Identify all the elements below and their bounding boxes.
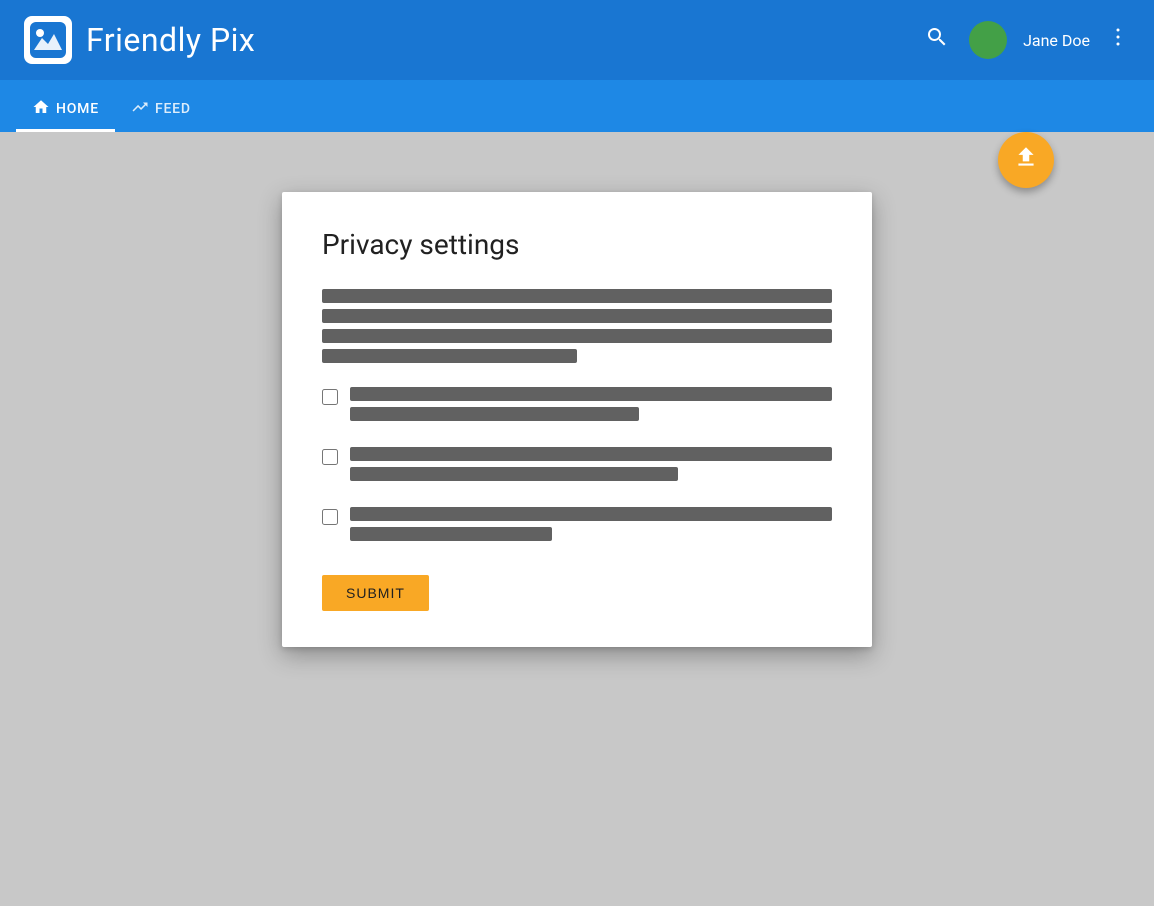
header-right: Jane Doe [921, 21, 1130, 59]
checkbox-2-text [350, 447, 832, 487]
desc-line-1 [322, 289, 832, 303]
main-content: Privacy settings [0, 132, 1154, 906]
checkbox-item-1 [322, 387, 832, 427]
upload-fab[interactable] [998, 132, 1054, 188]
feed-icon [131, 98, 149, 120]
header-left: Friendly Pix [24, 16, 255, 64]
tab-home[interactable]: HOME [16, 98, 115, 132]
checkbox-2[interactable] [322, 449, 338, 465]
dialog-title: Privacy settings [322, 228, 832, 261]
username-label: Jane Doe [1023, 31, 1090, 50]
tab-feed[interactable]: FEED [115, 98, 207, 132]
app-title: Friendly Pix [86, 21, 255, 59]
search-icon[interactable] [921, 25, 953, 55]
desc-line-2 [322, 309, 832, 323]
avatar [969, 21, 1007, 59]
cb1-line-2 [350, 407, 639, 421]
checkbox-3[interactable] [322, 509, 338, 525]
cb2-line-1 [350, 447, 832, 461]
more-options-icon[interactable] [1106, 25, 1130, 55]
description-text [322, 289, 832, 363]
cb1-line-1 [350, 387, 832, 401]
checkbox-item-3 [322, 507, 832, 547]
checkbox-1[interactable] [322, 389, 338, 405]
logo-icon [24, 16, 72, 64]
checkbox-1-text [350, 387, 832, 427]
cb3-line-1 [350, 507, 832, 521]
tab-feed-label: FEED [155, 101, 191, 117]
cb3-line-2 [350, 527, 552, 541]
privacy-settings-dialog: Privacy settings [282, 192, 872, 647]
checkbox-3-text [350, 507, 832, 547]
app-header: Friendly Pix Jane Doe [0, 0, 1154, 80]
submit-button[interactable]: SUBMIT [322, 575, 429, 611]
upload-icon [1013, 144, 1039, 176]
checkbox-item-2 [322, 447, 832, 487]
desc-line-4 [322, 349, 577, 363]
home-icon [32, 98, 50, 120]
nav-bar: HOME FEED [0, 80, 1154, 132]
cb2-line-2 [350, 467, 678, 481]
desc-line-3 [322, 329, 832, 343]
tab-home-label: HOME [56, 101, 99, 117]
